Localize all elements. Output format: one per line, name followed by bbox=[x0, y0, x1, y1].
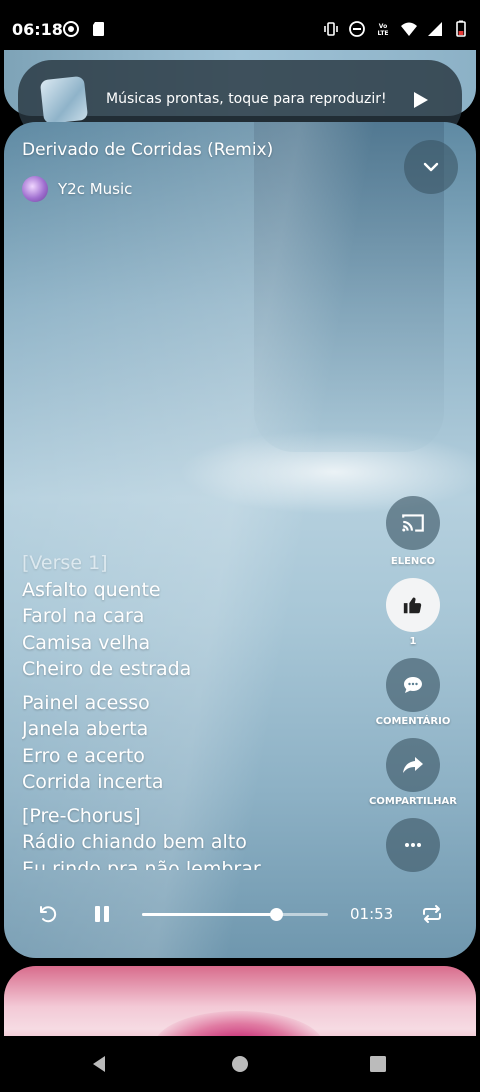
pause-icon[interactable] bbox=[90, 902, 114, 926]
back-icon[interactable] bbox=[90, 1054, 110, 1074]
navigation-bar bbox=[0, 1036, 480, 1092]
more-horizontal-icon bbox=[405, 843, 421, 847]
svg-text:LTE: LTE bbox=[377, 30, 388, 37]
chevron-down-icon bbox=[423, 162, 439, 172]
cast-label: ELENCO bbox=[390, 556, 436, 567]
comment-label: COMENTÁRIO bbox=[375, 716, 451, 727]
lyric-line: [Verse 1] bbox=[22, 552, 108, 574]
vibrate-icon bbox=[324, 22, 338, 36]
lyric-line: Rádio chiando bem alto bbox=[22, 831, 247, 853]
more-options-button[interactable] bbox=[386, 818, 440, 872]
comment-button[interactable] bbox=[386, 658, 440, 712]
lyric-line: Eu rindo pra não lembrar bbox=[22, 857, 261, 871]
cast-icon bbox=[402, 514, 424, 532]
lyric-line: Painel acesso bbox=[22, 691, 150, 714]
lyric-stanza-gap bbox=[22, 796, 352, 803]
cast-button[interactable] bbox=[386, 496, 440, 550]
sd-card-icon bbox=[93, 22, 104, 36]
comment-icon bbox=[404, 677, 422, 693]
lyrics-panel[interactable]: [Verse 1] Asfalto quente Farol na cara C… bbox=[22, 550, 352, 870]
now-playing-card: Derivado de Corridas (Remix) Y2c Music [… bbox=[4, 122, 476, 958]
progress-fill bbox=[142, 913, 276, 916]
collapse-button[interactable] bbox=[404, 140, 458, 194]
lyric-line: Camisa velha bbox=[22, 631, 151, 654]
playlist-thumbnail bbox=[39, 75, 89, 125]
lyric-line: Corrida incerta bbox=[22, 771, 164, 793]
like-button[interactable] bbox=[386, 578, 440, 632]
share-button[interactable] bbox=[386, 738, 440, 792]
app-screen: 06:18 Vo LTE Músicas prontas, toque para… bbox=[0, 0, 480, 1092]
track-title: Derivado de Corridas (Remix) bbox=[22, 140, 274, 160]
wifi-icon bbox=[401, 22, 417, 36]
share-icon bbox=[403, 757, 423, 773]
signal-icon bbox=[428, 22, 442, 36]
artist-name[interactable]: Y2c Music bbox=[58, 180, 132, 198]
record-icon bbox=[63, 21, 79, 37]
lyric-line: Farol na cara bbox=[22, 605, 145, 627]
thumbs-up-icon bbox=[403, 597, 422, 614]
player-controls: 01:53 bbox=[4, 892, 476, 936]
elapsed-time: 01:53 bbox=[350, 905, 394, 923]
replay-icon[interactable] bbox=[36, 902, 60, 926]
recents-icon[interactable] bbox=[368, 1054, 388, 1074]
repeat-icon[interactable] bbox=[420, 902, 444, 926]
share-label: COMPARTILHAR bbox=[369, 796, 457, 807]
svg-text:Vo: Vo bbox=[379, 23, 387, 30]
lyric-stanza-gap bbox=[22, 683, 352, 690]
progress-knob[interactable] bbox=[269, 908, 283, 921]
lyric-line: Erro e acerto bbox=[22, 744, 145, 767]
do-not-disturb-icon bbox=[349, 21, 365, 37]
progress-slider[interactable] bbox=[142, 908, 328, 921]
volte-icon: Vo LTE bbox=[377, 23, 388, 37]
lyric-line: Janela aberta bbox=[22, 718, 149, 740]
lyric-line: Asfalto quente bbox=[22, 578, 161, 601]
like-count: 1 bbox=[409, 636, 417, 647]
status-time: 06:18 bbox=[12, 20, 63, 39]
artist-row[interactable]: Y2c Music bbox=[22, 176, 132, 202]
home-icon[interactable] bbox=[230, 1054, 250, 1074]
artist-avatar[interactable] bbox=[22, 176, 48, 202]
battery-low-icon bbox=[456, 20, 466, 37]
ready-banner-text: Músicas prontas, toque para reproduzir! bbox=[106, 91, 387, 107]
play-icon[interactable] bbox=[408, 88, 432, 112]
lyric-line: [Pre-Chorus] bbox=[22, 804, 141, 827]
lyric-line: Cheiro de estrada bbox=[22, 658, 192, 680]
